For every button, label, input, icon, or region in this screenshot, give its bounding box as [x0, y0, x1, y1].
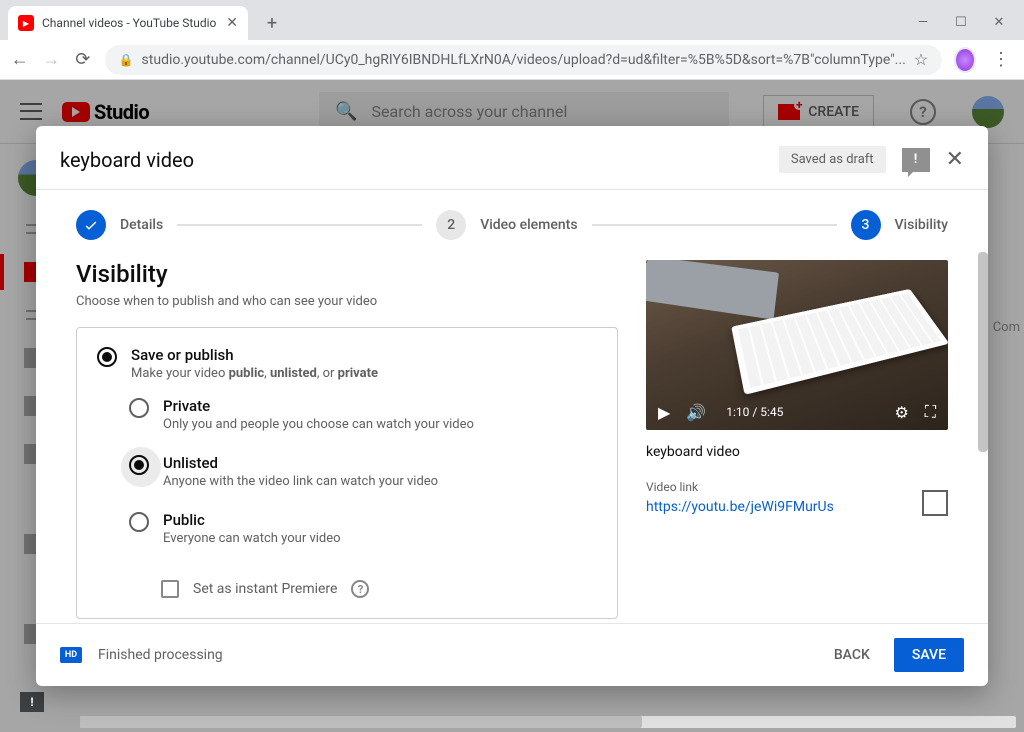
info-icon[interactable]: ? — [351, 580, 369, 598]
tab-title: Channel videos - YouTube Studio — [42, 16, 218, 30]
back-icon[interactable]: ← — [10, 48, 30, 72]
player-controls: ▶ 🔊 1:10 / 5:45 ⚙ ⛶ — [646, 394, 948, 430]
step-number: 3 — [851, 210, 881, 240]
radio-selected-icon — [129, 455, 149, 475]
volume-icon[interactable]: 🔊 — [686, 403, 706, 422]
radio-icon — [129, 398, 149, 418]
upload-dialog: keyboard video Saved as draft ! ✕ Detail… — [36, 126, 988, 686]
new-tab-button[interactable]: + — [258, 9, 286, 37]
youtube-favicon — [18, 15, 34, 31]
step-label: Details — [120, 217, 163, 233]
forward-icon: → — [42, 48, 62, 72]
fullscreen-icon[interactable]: ⛶ — [925, 402, 936, 422]
address-bar: ← → ⟳ 🔒 studio.youtube.com/channel/UCy0_… — [0, 40, 1024, 80]
radio-private[interactable]: Private Only you and people you choose c… — [129, 397, 597, 432]
step-label: Visibility — [895, 217, 948, 233]
radio-desc: Everyone can watch your video — [163, 531, 341, 546]
dialog-scrollbar[interactable] — [978, 252, 988, 452]
step-number: 2 — [436, 210, 466, 240]
browser-tab-strip: Channel videos - YouTube Studio ✕ + — ☐ … — [0, 0, 1024, 40]
horizontal-scrollbar[interactable] — [80, 716, 1016, 728]
step-label: Video elements — [480, 217, 577, 233]
processing-status: Finished processing — [98, 647, 223, 663]
playback-time: 1:10 / 5:45 — [726, 405, 783, 419]
reload-icon[interactable]: ⟳ — [73, 48, 93, 72]
send-feedback-icon[interactable]: ! — [20, 692, 44, 712]
close-window-icon[interactable]: ✕ — [992, 15, 1006, 30]
url-box[interactable]: 🔒 studio.youtube.com/channel/UCy0_hgRIY6… — [105, 45, 943, 75]
minimize-icon[interactable]: — — [916, 15, 930, 30]
checkbox-icon — [161, 580, 179, 598]
step-video-elements[interactable]: 2 Video elements — [436, 210, 577, 240]
settings-gear-icon[interactable]: ⚙ — [894, 403, 908, 422]
step-details[interactable]: Details — [76, 210, 163, 240]
radio-desc: Only you and people you choose can watch… — [163, 417, 474, 432]
dialog-body: Visibility Choose when to publish and wh… — [36, 252, 988, 623]
browser-menu-icon[interactable]: ⋮ — [988, 49, 1014, 70]
radio-title: Private — [163, 397, 474, 415]
radio-desc: Anyone with the video link can watch you… — [163, 474, 438, 489]
save-publish-group: Save or publish Make your video public, … — [76, 327, 618, 619]
url-text: studio.youtube.com/channel/UCy0_hgRIY6IB… — [142, 52, 906, 68]
maximize-icon[interactable]: ☐ — [954, 15, 968, 30]
browser-tab[interactable]: Channel videos - YouTube Studio ✕ — [8, 6, 248, 40]
radio-selected-icon — [97, 347, 117, 367]
bookmark-star-icon[interactable]: ☆ — [914, 50, 928, 69]
radio-unlisted[interactable]: Unlisted Anyone with the video link can … — [129, 454, 597, 489]
video-preview-panel: ▶ 🔊 1:10 / 5:45 ⚙ ⛶ keyboard video Video… — [646, 260, 948, 603]
truncated-column-label: Com — [993, 320, 1020, 335]
video-link[interactable]: https://youtu.be/jeWi9FMurUs — [646, 499, 834, 515]
dialog-title: keyboard video — [60, 148, 194, 172]
hd-badge: HD — [60, 647, 82, 663]
saved-as-draft-badge: Saved as draft — [779, 146, 886, 173]
instant-premiere-checkbox[interactable]: Set as instant Premiere ? — [129, 580, 597, 598]
radio-desc: Make your video public, unlisted, or pri… — [131, 366, 378, 381]
radio-title: Save or publish — [131, 346, 378, 364]
radio-public[interactable]: Public Everyone can watch your video — [129, 511, 597, 546]
section-subtitle: Choose when to publish and who can see y… — [76, 294, 618, 309]
upload-stepper: Details 2 Video elements 3 Visibility — [36, 190, 988, 252]
video-thumbnail[interactable]: ▶ 🔊 1:10 / 5:45 ⚙ ⛶ — [646, 260, 948, 430]
premiere-label: Set as instant Premiere — [193, 581, 337, 597]
dialog-header: keyboard video Saved as draft ! ✕ — [36, 126, 988, 189]
radio-title: Public — [163, 511, 341, 529]
back-button[interactable]: BACK — [826, 639, 878, 671]
window-controls: — ☐ ✕ — [916, 15, 1024, 40]
save-button[interactable]: SAVE — [894, 638, 964, 672]
dialog-footer: HD Finished processing BACK SAVE — [36, 623, 988, 686]
section-title: Visibility — [76, 260, 618, 288]
video-link-label: Video link — [646, 480, 948, 494]
lock-icon: 🔒 — [119, 53, 134, 67]
radio-title: Unlisted — [163, 454, 438, 472]
step-visibility[interactable]: 3 Visibility — [851, 210, 948, 240]
play-icon[interactable]: ▶ — [658, 403, 670, 422]
step-done-icon — [76, 210, 106, 240]
profile-avatar-icon[interactable] — [954, 47, 976, 73]
radio-icon — [129, 512, 149, 532]
feedback-icon[interactable]: ! — [902, 148, 930, 172]
radio-save-or-publish[interactable]: Save or publish Make your video public, … — [97, 346, 597, 381]
preview-title: keyboard video — [646, 444, 948, 460]
tab-close-icon[interactable]: ✕ — [226, 15, 238, 31]
close-dialog-icon[interactable]: ✕ — [946, 147, 964, 172]
copy-link-icon[interactable] — [926, 494, 948, 516]
